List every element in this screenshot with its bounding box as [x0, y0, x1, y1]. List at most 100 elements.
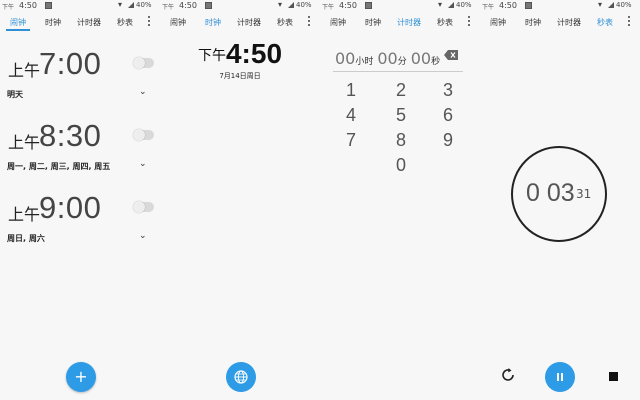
signal-icon	[448, 2, 454, 8]
toggle-knob	[133, 201, 145, 213]
keypad-key-3[interactable]: 3	[438, 80, 458, 101]
tab-clock[interactable]: 时钟	[365, 17, 381, 28]
more-options-icon[interactable]	[468, 16, 471, 27]
alarm-screen: 下午 4:50 ▾ 40% 闹钟 时钟 计时器 秒表 上午 7:00 明天 ⌄ …	[0, 0, 160, 400]
status-time: 4:50	[499, 1, 517, 10]
tab-clock[interactable]: 时钟	[205, 17, 221, 28]
tab-stopwatch[interactable]: 秒表	[437, 17, 453, 28]
chevron-down-icon[interactable]: ⌄	[139, 87, 147, 97]
add-alarm-button[interactable]: +	[66, 362, 96, 392]
timer-seconds: 00	[410, 49, 432, 68]
tab-bar: 闹钟 时钟 计时器 秒表	[480, 14, 640, 30]
tab-alarm[interactable]: 闹钟	[330, 17, 346, 28]
tab-timer[interactable]: 计时器	[237, 17, 261, 28]
status-carrier: 下午	[2, 4, 15, 11]
tab-bar: 闹钟 时钟 计时器 秒表	[320, 14, 480, 30]
tab-timer[interactable]: 计时器	[77, 17, 101, 28]
alarm-repeat-label: 明天	[7, 90, 23, 99]
keypad-key-2[interactable]: 2	[391, 80, 411, 101]
world-clock-button[interactable]	[226, 362, 256, 392]
timer-seconds-unit: 秒	[431, 57, 441, 67]
tab-bar: 闹钟 时钟 计时器 秒表	[0, 14, 160, 30]
clock-time: 4:50	[225, 38, 283, 69]
active-tab-indicator	[6, 29, 30, 31]
more-options-icon[interactable]	[148, 16, 151, 27]
status-bar: 下午 4:50 ▾ 40%	[160, 0, 320, 12]
stop-icon[interactable]	[609, 372, 618, 381]
alarm-toggle[interactable]	[133, 201, 154, 213]
pause-button[interactable]	[545, 362, 575, 392]
wifi-icon: ▾	[278, 0, 283, 9]
tab-stopwatch[interactable]: 秒表	[277, 17, 293, 28]
tab-clock[interactable]: 时钟	[45, 17, 61, 28]
status-bar: 下午 4:50 ▾ 40%	[480, 0, 640, 12]
status-bar: 下午 4:50 ▾ 40%	[0, 0, 160, 12]
alarm-item[interactable]: 上午 8:30 周一, 周二, 周三, 周四, 周五 ⌄	[0, 116, 160, 186]
clock-screen: 下午 4:50 ▾ 40% 闹钟 时钟 计时器 秒表 下午4:50 7月14日周…	[160, 0, 320, 400]
keypad-key-4[interactable]: 4	[341, 105, 361, 126]
backspace-icon[interactable]	[444, 50, 458, 60]
pause-icon	[561, 373, 563, 381]
keypad-key-1[interactable]: 1	[341, 80, 361, 101]
status-bar: 下午 4:50 ▾ 40%	[320, 0, 480, 12]
toggle-knob	[133, 129, 145, 141]
timer-minutes-unit: 分	[397, 57, 407, 67]
more-options-icon[interactable]	[308, 16, 311, 27]
tab-alarm[interactable]: 闹钟	[10, 17, 26, 28]
tab-clock[interactable]: 时钟	[525, 17, 541, 28]
tab-alarm[interactable]: 闹钟	[490, 17, 506, 28]
tab-timer[interactable]: 计时器	[397, 17, 421, 28]
alarm-ampm: 上午	[8, 61, 41, 80]
timer-divider	[333, 71, 463, 72]
keypad-key-9[interactable]: 9	[438, 130, 458, 151]
alarm-item[interactable]: 上午 9:00 周日, 周六 ⌄	[0, 188, 160, 258]
globe-icon	[234, 370, 248, 384]
alarm-repeat-label: 周一, 周二, 周三, 周四, 周五	[7, 162, 111, 171]
tab-timer[interactable]: 计时器	[557, 17, 581, 28]
digital-clock: 下午4:50	[160, 38, 320, 70]
alarm-toggle[interactable]	[133, 57, 154, 69]
battery-level: 40%	[296, 1, 312, 9]
signal-icon	[288, 2, 294, 8]
signal-icon	[608, 2, 614, 8]
battery-level: 40%	[616, 1, 632, 9]
reset-icon[interactable]	[499, 366, 517, 384]
keypad-key-8[interactable]: 8	[391, 130, 411, 151]
alarm-time[interactable]: 7:00	[39, 46, 101, 82]
more-options-icon[interactable]	[628, 16, 631, 27]
stopwatch-hundredths: 31	[576, 187, 592, 201]
signal-icon	[128, 2, 134, 8]
image-notification-icon	[45, 2, 52, 9]
keypad-key-7[interactable]: 7	[341, 130, 361, 151]
wifi-icon: ▾	[598, 0, 603, 9]
status-time: 4:50	[339, 1, 357, 10]
battery-level: 40%	[456, 1, 472, 9]
alarm-item[interactable]: 上午 7:00 明天 ⌄	[0, 44, 160, 114]
pause-icon	[557, 373, 559, 381]
wifi-icon: ▾	[438, 0, 443, 9]
wifi-icon: ▾	[118, 0, 123, 9]
timer-hours: 00	[335, 49, 356, 68]
keypad-key-6[interactable]: 6	[438, 105, 458, 126]
alarm-time[interactable]: 9:00	[39, 190, 101, 226]
toggle-knob	[133, 57, 145, 69]
tab-stopwatch[interactable]: 秒表	[597, 17, 613, 28]
tab-stopwatch[interactable]: 秒表	[117, 17, 133, 28]
image-notification-icon	[525, 2, 532, 9]
timer-screen: 下午 4:50 ▾ 40% 闹钟 时钟 计时器 秒表 00小时 00分 00秒 1 …	[320, 0, 480, 400]
tab-alarm[interactable]: 闹钟	[170, 17, 186, 28]
clock-date: 7月14日周日	[219, 72, 261, 80]
clock-ampm: 下午	[197, 48, 226, 64]
alarm-repeat-label: 周日, 周六	[7, 234, 45, 243]
chevron-down-icon[interactable]: ⌄	[139, 231, 147, 241]
alarm-time[interactable]: 8:30	[39, 118, 101, 154]
keypad-key-5[interactable]: 5	[391, 105, 411, 126]
alarm-toggle[interactable]	[133, 129, 154, 141]
status-time: 4:50	[19, 1, 37, 10]
status-carrier: 下午	[482, 4, 495, 11]
keypad-key-0[interactable]: 0	[391, 155, 411, 176]
image-notification-icon	[365, 2, 372, 9]
chevron-down-icon[interactable]: ⌄	[139, 159, 147, 169]
status-carrier: 下午	[322, 4, 335, 11]
timer-minutes: 00	[377, 49, 398, 68]
